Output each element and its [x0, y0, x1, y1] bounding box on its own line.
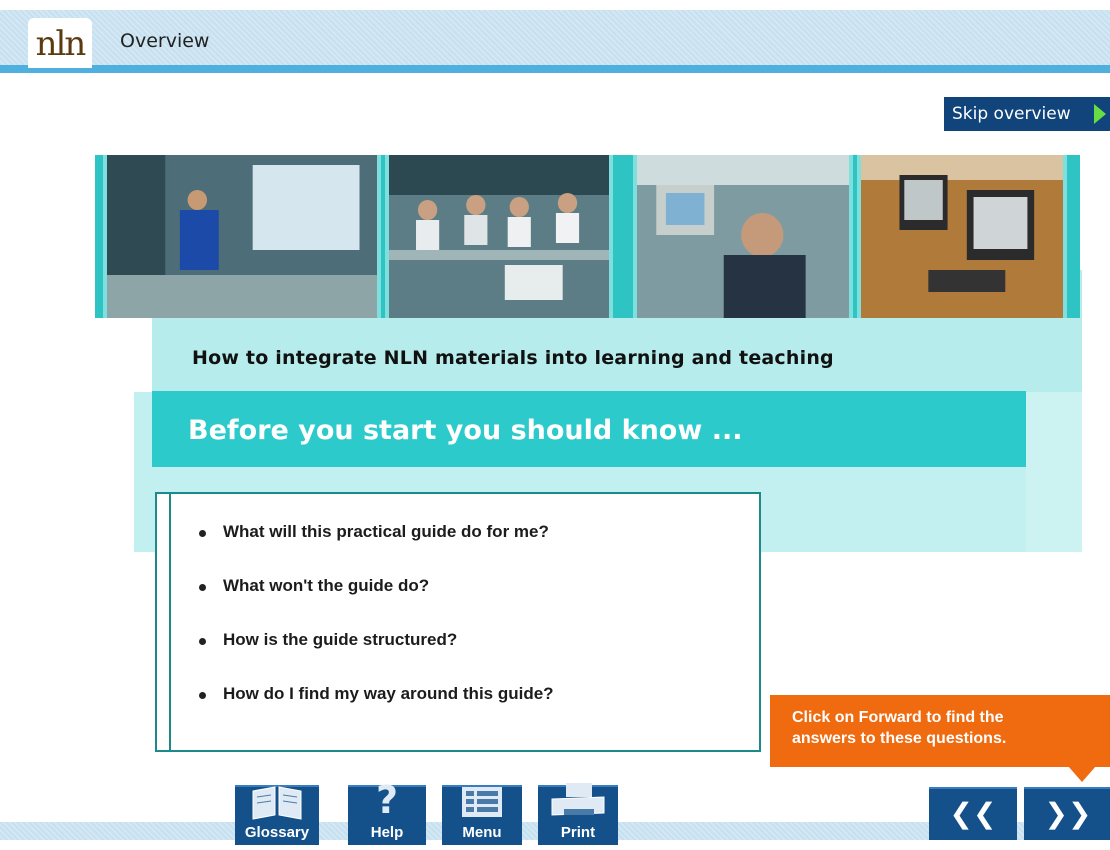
printer-icon	[551, 783, 605, 816]
skip-overview-label: Skip overview	[952, 104, 1071, 124]
photo-students	[385, 155, 613, 318]
photo-monitors	[857, 155, 1067, 318]
question-mark-icon: ?	[376, 779, 398, 821]
photo-presenter	[103, 155, 381, 318]
back-button[interactable]: ❮❮	[929, 787, 1017, 840]
glossary-button[interactable]: Glossary	[235, 785, 319, 845]
header-divider	[0, 65, 1110, 73]
nln-logo: nln	[28, 18, 92, 68]
help-label: Help	[370, 824, 404, 841]
list-item: How do I find my way around this guide?	[199, 684, 554, 738]
play-arrow-icon	[1094, 104, 1106, 124]
help-button[interactable]: ? Help	[348, 779, 426, 845]
page-title: Overview	[120, 30, 210, 52]
page-subtitle: How to integrate NLN materials into lear…	[192, 347, 834, 369]
book-icon	[252, 786, 302, 820]
section-heading: Before you start you should know ...	[188, 415, 743, 446]
list-item: What will this practical guide do for me…	[199, 522, 554, 576]
instruction-callout: Click on Forward to find the answers to …	[770, 695, 1110, 767]
callout-line-2: answers to these questions.	[792, 730, 1007, 747]
menu-button[interactable]: Menu	[442, 785, 522, 845]
glossary-label: Glossary	[244, 824, 310, 841]
list-item: How is the guide structured?	[199, 630, 554, 684]
questions-box: What will this practical guide do for me…	[155, 492, 761, 752]
photo-strip	[95, 155, 1080, 318]
questions-list: What will this practical guide do for me…	[199, 522, 554, 738]
forward-button[interactable]: ❯❯	[1024, 787, 1110, 840]
svg-text:?: ?	[376, 779, 398, 821]
callout-pointer	[1068, 766, 1096, 782]
double-chevron-left-icon: ❮❮	[949, 797, 997, 830]
skip-overview-button[interactable]: Skip overview	[944, 97, 1110, 131]
list-menu-icon	[462, 787, 502, 817]
list-item: What won't the guide do?	[199, 576, 554, 630]
callout-line-1: Click on Forward to find the	[792, 709, 1004, 726]
double-chevron-right-icon: ❯❯	[1044, 797, 1092, 830]
print-button[interactable]: Print	[538, 783, 618, 845]
print-label: Print	[560, 824, 596, 841]
content-panel-edge	[1026, 392, 1082, 552]
menu-label: Menu	[462, 824, 502, 841]
photo-computer-user	[633, 155, 853, 318]
